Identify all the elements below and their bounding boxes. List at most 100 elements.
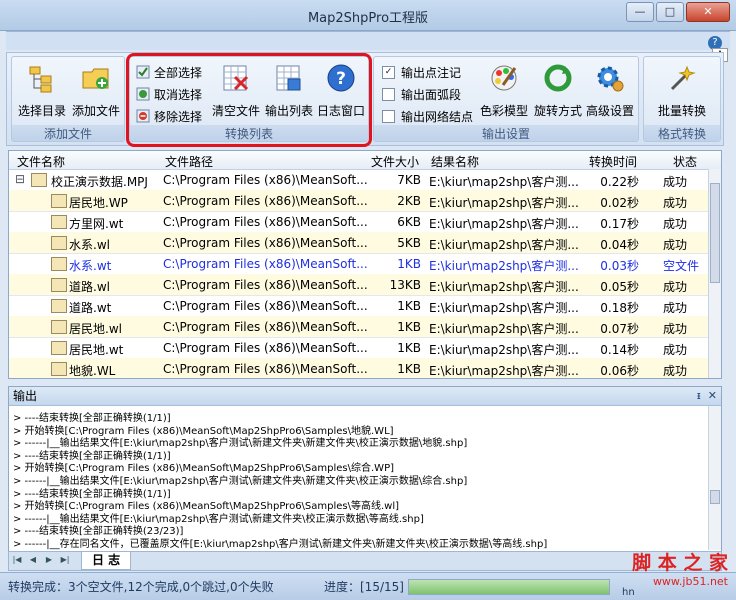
table-row[interactable]: 地貌.WL C:\Program Files (x86)\MeanSoft... 1…	[9, 358, 709, 378]
add-file-button[interactable]: 添加文件	[70, 63, 122, 119]
table-row[interactable]: 方里网.wt C:\Program Files (x86)\MeanSoft...…	[9, 211, 709, 233]
status-bar: 转换完成：3个空文件,12个完成,0个跳过,0个失败 进度：[15/15] hn	[0, 572, 736, 600]
table-row[interactable]: ⊟ 校正演示数据.MPJ C:\Program Files (x86)\MeanSo…	[9, 169, 709, 191]
cell-status: 成功	[663, 301, 688, 315]
gear-icon	[597, 66, 624, 92]
nav-next-icon[interactable]: ▶	[43, 554, 55, 566]
cell-result-name: E:\kiur\map2shp\客户测...	[429, 196, 579, 210]
advanced-settings-button[interactable]: 高级设置	[584, 63, 636, 119]
close-button[interactable]: ✕	[686, 2, 730, 22]
cell-status: 成功	[663, 322, 688, 336]
cell-file-path: C:\Program Files (x86)\MeanSoft...	[163, 341, 367, 355]
group-format-convert: 批量转换 格式转换	[643, 56, 721, 142]
cell-file-size: 13KB	[389, 278, 421, 292]
col-header-name[interactable]: 文件名称	[17, 153, 65, 170]
cell-file-size: 5KB	[397, 236, 421, 250]
table-row[interactable]: 水系.wl C:\Program Files (x86)\MeanSoft... 5…	[9, 232, 709, 254]
cell-file-path: C:\Program Files (x86)\MeanSoft...	[163, 215, 367, 229]
rotate-mode-label: 旋转方式	[533, 104, 582, 118]
ribbon-tab-strip	[6, 31, 730, 50]
batch-convert-button[interactable]: 批量转换	[648, 63, 716, 119]
color-model-label: 色彩模型	[479, 104, 528, 118]
nav-first-icon[interactable]: |◀	[11, 554, 23, 566]
cell-convert-time: 0.05秒	[600, 280, 639, 294]
opt-output-nodes[interactable]: 输出网络结点	[382, 107, 473, 125]
table-row[interactable]: 道路.wt C:\Program Files (x86)\MeanSoft... 1…	[9, 295, 709, 317]
log-line: > ------|__存在同名文件，已覆盖原文件[E:\kiur\map2shp…	[13, 539, 548, 550]
map-file-icon	[51, 236, 67, 250]
col-header-time[interactable]: 转换时间	[589, 153, 637, 170]
cell-file-name: 居民地.wl	[69, 322, 122, 336]
cell-file-name: 方里网.wt	[69, 217, 124, 231]
map-file-icon	[51, 215, 67, 229]
title-bar: Map2ShpPro工程版 — □ ✕	[0, 0, 736, 31]
nav-last-icon[interactable]: ▶|	[59, 554, 71, 566]
watermark-url: www.jb51.net	[652, 575, 728, 588]
opt-output-points[interactable]: ✓ 输出点注记	[382, 63, 461, 81]
cell-convert-time: 0.18秒	[600, 301, 639, 315]
folder-add-icon	[82, 68, 109, 89]
opt-output-nodes-checkbox[interactable]	[382, 109, 395, 123]
cell-status: 成功	[663, 364, 688, 378]
advanced-settings-label: 高级设置	[585, 104, 634, 118]
cell-convert-time: 0.07秒	[600, 322, 639, 336]
minimize-button[interactable]: —	[626, 2, 654, 22]
table-row[interactable]: 居民地.wt C:\Program Files (x86)\MeanSoft...…	[9, 337, 709, 359]
cell-convert-time: 0.02秒	[600, 196, 639, 210]
cell-file-size: 2KB	[397, 194, 421, 208]
select-dir-button[interactable]: 选择目录	[16, 63, 68, 119]
magic-wand-icon	[670, 65, 696, 91]
tree-expander-icon[interactable]: ⊟	[15, 172, 25, 186]
group-add-label: 添加文件	[12, 125, 124, 141]
table-row[interactable]: 居民地.WP C:\Program Files (x86)\MeanSoft...…	[9, 190, 709, 212]
cell-file-name: 道路.wl	[69, 280, 110, 294]
cell-result-name: E:\kiur\map2shp\客户测...	[429, 280, 579, 294]
opt-output-points-checkbox[interactable]: ✓	[382, 65, 395, 79]
maximize-button[interactable]: □	[656, 2, 684, 22]
nav-prev-icon[interactable]: ◀	[27, 554, 39, 566]
pin-icon[interactable]: ᵻ	[697, 389, 701, 402]
output-title: 输出	[13, 389, 38, 403]
group-format-label: 格式转换	[644, 125, 720, 141]
map-file-icon	[51, 362, 67, 376]
table-row[interactable]: 居民地.wl C:\Program Files (x86)\MeanSoft...…	[9, 316, 709, 338]
cell-file-size: 1KB	[397, 257, 421, 271]
cell-status: 空文件	[663, 259, 700, 273]
cell-status: 成功	[663, 217, 688, 231]
progress-label: 进度：[15/15]	[324, 580, 404, 594]
progress-bar	[408, 579, 610, 595]
cell-file-size: 1KB	[397, 320, 421, 334]
cell-file-size: 7KB	[397, 173, 421, 187]
col-header-path[interactable]: 文件路径	[165, 153, 213, 170]
group-output-label: 输出设置	[374, 125, 638, 141]
opt-output-arcs[interactable]: 输出面弧段	[382, 85, 461, 103]
cell-file-path: C:\Program Files (x86)\MeanSoft...	[163, 278, 367, 292]
rotate-mode-button[interactable]: 旋转方式	[532, 63, 584, 119]
cell-file-size: 6KB	[397, 215, 421, 229]
table-row[interactable]: 道路.wl C:\Program Files (x86)\MeanSoft... 1…	[9, 274, 709, 296]
col-header-status[interactable]: 状态	[673, 153, 697, 170]
map-file-icon	[51, 278, 67, 292]
tab-log[interactable]: 日 志	[81, 552, 132, 570]
highlight-annotation-box	[126, 53, 372, 147]
output-scroll-thumb[interactable]	[710, 490, 720, 504]
output-vertical-scrollbar[interactable]	[708, 406, 721, 550]
cell-file-size: 1KB	[397, 341, 421, 355]
opt-output-arcs-checkbox[interactable]	[382, 87, 395, 101]
cell-result-name: E:\kiur\map2shp\客户测...	[429, 259, 579, 273]
cell-result-name: E:\kiur\map2shp\客户测...	[429, 322, 579, 336]
grid-vertical-scrollbar[interactable]	[708, 169, 721, 378]
cell-file-name: 道路.wt	[69, 301, 112, 315]
map-file-icon	[51, 320, 67, 334]
folder-tree-icon	[29, 66, 52, 93]
color-model-button[interactable]: 色彩模型	[478, 63, 530, 119]
table-row[interactable]: 水系.wt C:\Program Files (x86)\MeanSoft... 1…	[9, 253, 709, 275]
col-header-size[interactable]: 文件大小	[371, 153, 419, 170]
cell-result-name: E:\kiur\map2shp\客户测...	[429, 343, 579, 357]
output-close-icon[interactable]: ✕	[708, 389, 717, 402]
watermark: 脚 本 之 家 www.jb51.net	[632, 548, 728, 588]
cell-result-name: E:\kiur\map2shp\客户测...	[429, 364, 579, 378]
cell-result-name: E:\kiur\map2shp\客户测...	[429, 238, 579, 252]
grid-scroll-thumb[interactable]	[710, 183, 720, 283]
col-header-result[interactable]: 结果名称	[431, 153, 479, 170]
